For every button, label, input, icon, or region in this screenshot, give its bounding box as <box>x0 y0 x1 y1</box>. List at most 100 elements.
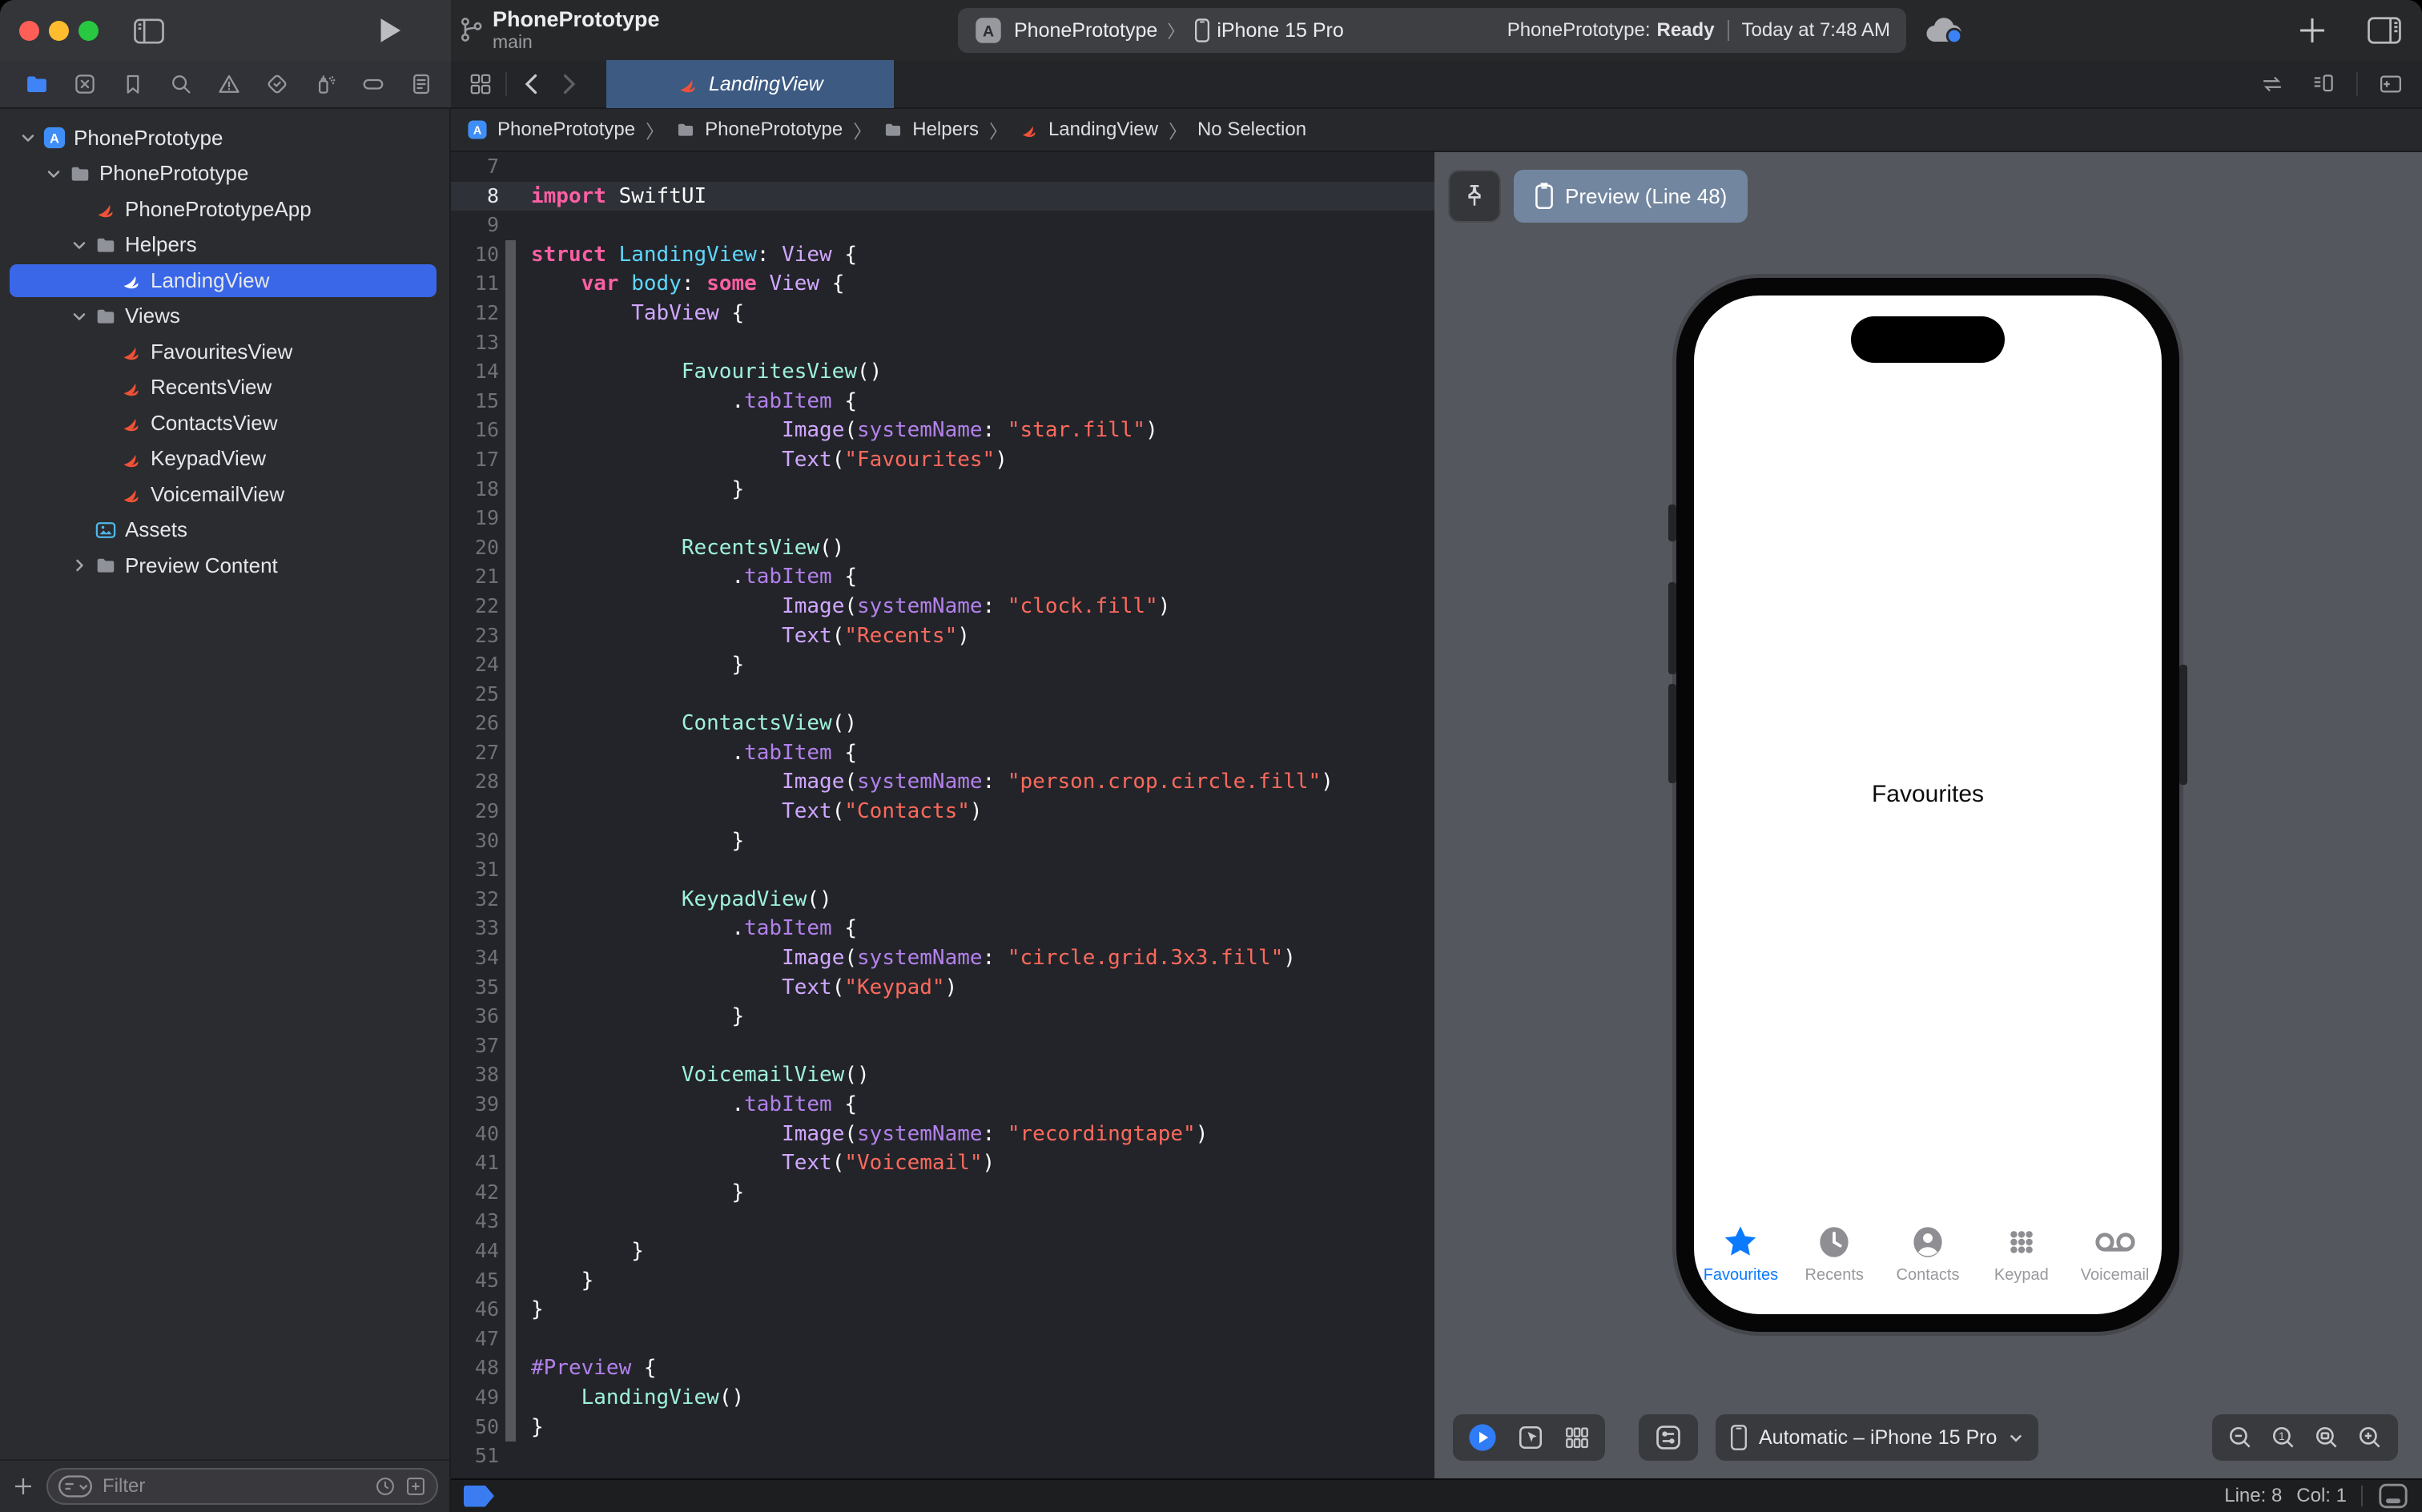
breadcrumb-item[interactable]: No Selection <box>1197 119 1306 141</box>
tree-item-landingview[interactable]: LandingView <box>0 263 448 299</box>
code-line-22[interactable]: 22 Image(systemName: "clock.fill") <box>451 591 1434 621</box>
zoom-window-button[interactable] <box>78 21 99 41</box>
zoom-fit-icon[interactable] <box>2313 1424 2340 1451</box>
minimap-options-icon[interactable] <box>2305 66 2342 102</box>
add-button[interactable] <box>2296 14 2328 46</box>
code-line-33[interactable]: 33 .tabItem { <box>451 914 1434 944</box>
code-line-13[interactable]: 13 <box>451 328 1434 358</box>
code-line-35[interactable]: 35 Text("Keypad") <box>451 972 1434 1003</box>
code-line-14[interactable]: 14 FavouritesView() <box>451 357 1434 387</box>
scheme-toolbar[interactable]: A PhonePrototype 〉 iPhone 15 Pro PhonePr… <box>958 8 1906 53</box>
tree-item-keypadview[interactable]: KeypadView <box>0 441 448 477</box>
code-line-9[interactable]: 9 <box>451 211 1434 240</box>
navigator-tab-source-control-icon[interactable] <box>61 66 109 102</box>
code-line-24[interactable]: 24 } <box>451 650 1434 680</box>
phone-tab-recents[interactable]: Recents <box>1788 1220 1881 1309</box>
disclosure-down-icon[interactable] <box>16 128 40 147</box>
code-line-32[interactable]: 32 KeypadView() <box>451 884 1434 915</box>
code-line-38[interactable]: 38 VoicemailView() <box>451 1060 1434 1090</box>
code-line-15[interactable]: 15 .tabItem { <box>451 386 1434 416</box>
navigator-tab-find-icon[interactable] <box>157 66 205 102</box>
code-line-48[interactable]: 48 #Preview { <box>451 1353 1434 1383</box>
tree-item-phoneprototype[interactable]: A PhonePrototype <box>0 120 448 156</box>
code-line-41[interactable]: 41 Text("Voicemail") <box>451 1148 1434 1178</box>
code-line-45[interactable]: 45 } <box>451 1265 1434 1296</box>
iphone-screen[interactable]: Favourites Favourites Recents Contacts Keyp… <box>1694 296 2162 1314</box>
code-line-31[interactable]: 31 <box>451 855 1434 885</box>
tab-landingview[interactable]: LandingView <box>606 60 894 108</box>
code-line-20[interactable]: 20 RecentsView() <box>451 533 1434 563</box>
code-line-21[interactable]: 21 .tabItem { <box>451 562 1434 592</box>
breadcrumb-item[interactable]: LandingView <box>1018 119 1158 141</box>
code-line-7[interactable]: 7 <box>451 152 1434 182</box>
minimize-window-button[interactable] <box>49 21 69 41</box>
tree-item-assets[interactable]: Assets <box>0 513 448 549</box>
code-line-10[interactable]: 10 struct LandingView: View { <box>451 239 1434 270</box>
tree-item-views[interactable]: Views <box>0 299 448 335</box>
breadcrumb-item[interactable]: A PhonePrototype <box>465 118 635 142</box>
code-line-29[interactable]: 29 Text("Contacts") <box>451 797 1434 826</box>
filter-field[interactable] <box>46 1468 438 1505</box>
toggle-sidebar-icon[interactable] <box>133 18 165 45</box>
go-forward-button[interactable] <box>550 66 587 102</box>
code-line-39[interactable]: 39 .tabItem { <box>451 1090 1434 1120</box>
related-items-icon[interactable] <box>462 66 499 102</box>
navigator-tab-issues-icon[interactable] <box>205 66 253 102</box>
add-file-button[interactable] <box>11 1474 35 1498</box>
recents-filter-icon[interactable] <box>374 1475 396 1498</box>
code-line-42[interactable]: 42 } <box>451 1177 1434 1208</box>
tree-item-voicemailview[interactable]: VoicemailView <box>0 477 448 513</box>
zoom-100-icon[interactable]: 1 <box>2270 1424 2297 1451</box>
source-editor[interactable]: 7 8 import SwiftUI 9 10 struct LandingView: V… <box>451 152 1434 1478</box>
navigator-tab-debug-icon[interactable] <box>301 66 349 102</box>
code-line-34[interactable]: 34 Image(systemName: "circle.grid.3x3.fi… <box>451 943 1434 973</box>
code-line-16[interactable]: 16 Image(systemName: "star.fill") <box>451 416 1434 445</box>
code-line-19[interactable]: 19 <box>451 504 1434 533</box>
toggle-inspector-icon[interactable] <box>2367 16 2402 45</box>
filter-input[interactable] <box>101 1474 366 1498</box>
code-line-49[interactable]: 49 LandingView() <box>451 1382 1434 1413</box>
code-line-44[interactable]: 44 } <box>451 1236 1434 1266</box>
tree-item-recentsview[interactable]: RecentsView <box>0 370 448 406</box>
code-line-23[interactable]: 23 Text("Recents") <box>451 621 1434 651</box>
breadcrumb-item[interactable]: Helpers <box>882 119 979 141</box>
disclosure-down-icon[interactable] <box>67 307 91 326</box>
code-line-17[interactable]: 17 Text("Favourites") <box>451 444 1434 475</box>
phone-tab-keypad[interactable]: Keypad <box>1974 1220 2068 1309</box>
phone-tab-voicemail[interactable]: Voicemail <box>2068 1220 2162 1309</box>
disclosure-right-icon[interactable] <box>67 556 91 575</box>
navigator-tab-project-icon[interactable] <box>13 66 61 102</box>
navigator-tab-bookmarks-icon[interactable] <box>109 66 157 102</box>
phone-tab-contacts[interactable]: Contacts <box>1881 1220 1975 1309</box>
code-line-47[interactable]: 47 <box>451 1324 1434 1354</box>
live-preview-button[interactable] <box>1467 1422 1498 1453</box>
code-line-28[interactable]: 28 Image(systemName: "person.crop.circle… <box>451 767 1434 798</box>
variants-mode-button[interactable] <box>1563 1424 1591 1451</box>
editor-only-mode-icon[interactable] <box>2377 1482 2409 1510</box>
tree-item-phoneprototypeapp[interactable]: PhonePrototypeApp <box>0 191 448 227</box>
code-line-27[interactable]: 27 .tabItem { <box>451 738 1434 768</box>
go-back-button[interactable] <box>513 66 550 102</box>
code-line-50[interactable]: 50} <box>451 1412 1434 1442</box>
phone-tab-favourites[interactable]: Favourites <box>1694 1220 1788 1309</box>
pin-preview-button[interactable] <box>1448 170 1501 223</box>
navigator-tab-tests-icon[interactable] <box>253 66 301 102</box>
code-line-37[interactable]: 37 <box>451 1031 1434 1061</box>
scheme-name[interactable]: PhonePrototype <box>1014 19 1157 42</box>
code-line-40[interactable]: 40 Image(systemName: "recordingtape") <box>451 1119 1434 1149</box>
run-button[interactable] <box>376 16 404 45</box>
swap-editor-icon[interactable] <box>2254 66 2291 102</box>
tree-item-phoneprototype[interactable]: PhonePrototype <box>0 156 448 192</box>
tree-item-favouritesview[interactable]: FavouritesView <box>0 334 448 370</box>
disclosure-down-icon[interactable] <box>67 235 91 255</box>
code-line-18[interactable]: 18 } <box>451 474 1434 505</box>
navigator-tab-breakpoints-icon[interactable] <box>349 66 397 102</box>
show-only-new-files-icon[interactable] <box>404 1475 427 1498</box>
code-line-51[interactable]: 51 <box>451 1442 1434 1471</box>
breakpoints-toggle-icon[interactable] <box>464 1485 494 1507</box>
breadcrumb-item[interactable]: PhonePrototype <box>674 119 843 141</box>
add-editor-icon[interactable] <box>2372 66 2409 102</box>
tree-item-preview-content[interactable]: Preview Content <box>0 548 448 584</box>
code-line-30[interactable]: 30 } <box>451 826 1434 856</box>
code-line-12[interactable]: 12 TabView { <box>451 298 1434 328</box>
